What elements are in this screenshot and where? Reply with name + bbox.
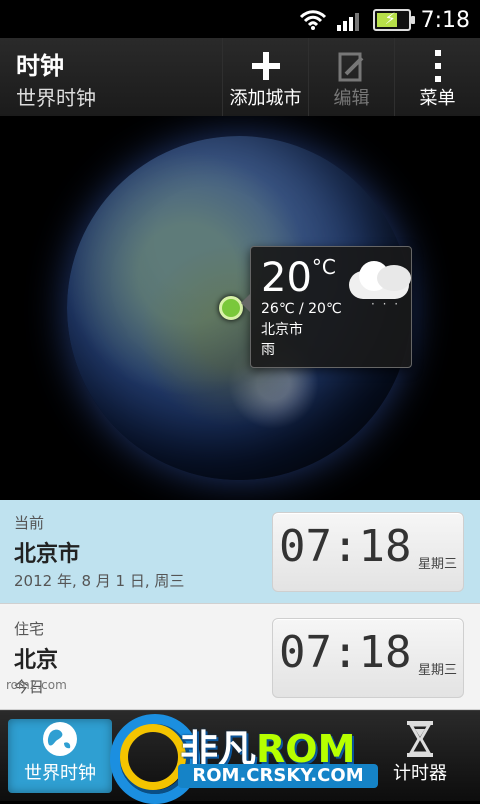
weather-condition: 雨 [261,342,275,358]
clock-time: 07:18 [279,521,412,572]
globe-icon [43,722,77,756]
city-name: 北京 [14,648,59,673]
edit-label: 编辑 [333,88,370,109]
edit-icon [338,52,363,82]
rain-cloud-icon: · · · [341,255,421,315]
battery-icon: ⚡ [372,9,415,31]
tab-timer[interactable]: 计时器 [382,719,458,793]
status-icons: ⚡ 7:18 [299,6,470,34]
plus-icon [251,52,280,80]
tab-label: 计时器 [393,763,447,784]
tab-world-clock[interactable]: 世界时钟 [8,719,112,793]
city-clock: 07:18 星期三 [272,512,464,592]
temperature-unit: °C [311,255,336,279]
city-name: 北京市 [14,542,81,567]
add-city-label: 添加城市 [229,88,302,109]
status-bar: ⚡ 7:18 [0,0,480,38]
add-city-button[interactable]: 添加城市 [222,38,308,116]
hourglass-icon [407,721,433,757]
menu-dots-icon [434,50,441,82]
city-date: 2012 年, 8 月 1 日, 周三 [14,572,185,590]
menu-label: 菜单 [419,88,456,109]
page-title: 时钟 [16,52,64,80]
clock-time: 07:18 [279,627,412,678]
weather-card[interactable]: 20°C 26℃ / 20℃ 北京市 雨 · · · [241,246,412,368]
city-row-current[interactable]: 当前 北京市 2012 年, 8 月 1 日, 周三 07:18 星期三 [0,500,480,604]
temperature-range: 26℃ / 20℃ [261,301,342,317]
menu-button[interactable]: 菜单 [394,38,480,116]
signal-icon [336,13,359,31]
status-time: 7:18 [420,7,470,33]
earth-view[interactable]: 20°C 26℃ / 20℃ 北京市 雨 · · · [0,116,480,500]
weather-temperature: 20°C [261,255,336,301]
temperature-value: 20 [261,255,312,301]
clock-weekday: 星期三 [417,663,457,678]
city-row-home[interactable]: 住宅 北京 今日 07:18 星期三 [0,606,480,710]
city-label: 住宅 [14,620,45,638]
tab-label: 世界时钟 [24,763,96,784]
weather-city: 北京市 [261,322,303,338]
wifi-icon [299,10,326,30]
city-label: 当前 [14,514,45,532]
city-list: 当前 北京市 2012 年, 8 月 1 日, 周三 07:18 星期三 住宅 … [0,500,480,710]
bottom-tabbar: 世界时钟 计时器 [0,710,480,801]
watermark-text: rom2.com [6,678,67,692]
action-bar: 时钟 世界时钟 添加城市 编辑 菜单 [0,38,480,117]
edit-button[interactable]: 编辑 [308,38,394,116]
clock-weekday: 星期三 [417,557,457,572]
location-dot[interactable] [219,296,243,320]
page-subtitle: 世界时钟 [16,86,96,110]
city-clock: 07:18 星期三 [272,618,464,698]
